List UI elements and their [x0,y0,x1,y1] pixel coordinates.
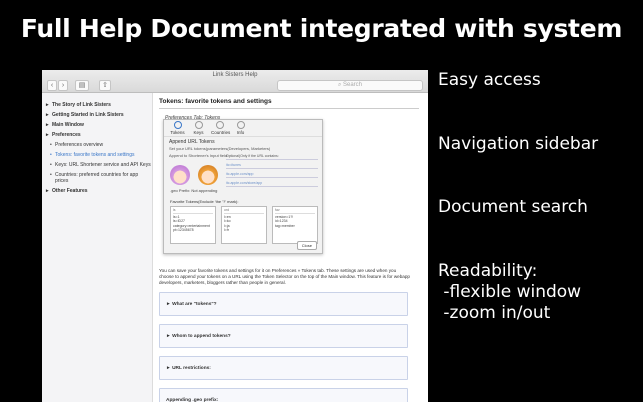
help-window: Link Sisters Help ‹ › ▤ ⇧ ⌕ Search ▸ The … [42,70,428,402]
favorite-tokens-list: ls ls=1 ls=ID27 category=entertainment pt=12… [170,206,216,244]
sidebar-item[interactable]: ▸ Main Window [42,120,152,130]
feature-navigation-sidebar: Navigation sidebar [438,134,599,154]
accordion-url-restrictions[interactable]: ► URL restrictions: [159,356,408,380]
feature-readability-title: Readability: [438,261,538,281]
back-button[interactable]: ‹ [47,80,57,91]
page-title: Tokens: favorite tokens and settings [159,98,419,109]
feature-easy-access: Easy access [438,70,541,90]
dialog-heading: Append URL Tokens [169,139,215,145]
tab-keys: Keys [190,120,207,136]
share-button[interactable]: ⇧ [99,80,111,91]
key-icon [194,121,203,129]
forward-button[interactable]: › [58,80,68,91]
favorite-token: l=fr [224,228,229,232]
search-placeholder: Search [343,82,363,88]
bullet-icon: ▸ [46,188,49,194]
optional-title: Optional(Only if the URL contains: [226,154,318,160]
sidebar-item-label: Preferences [52,132,81,138]
sidebar-item[interactable]: • Preferences overview [42,140,152,150]
feature-flexible-window: -flexible window [438,282,582,302]
feature-zoom: -zoom in/out [438,303,551,323]
sidebar-item-label: Main Window [52,122,84,128]
dialog-tabs: Tokens Keys Countries Info [164,120,322,137]
favorite-column-header: ls [173,208,213,214]
option-item: itc=itunes [226,163,318,169]
title-bar: Link Sisters Help ‹ › ▤ ⇧ ⌕ Search [42,70,428,93]
headline: Full Help Document integrated with syste… [20,14,623,43]
sidebar-item[interactable]: ▸ Other Features [42,186,152,196]
info-icon [236,121,245,129]
sidebar-item-label: The Story of Link Sisters [52,102,111,108]
search-input[interactable]: ⌕ Search [277,80,423,91]
sidebar-item-label: Preferences overview [55,142,104,148]
sidebar-item[interactable]: • Keys: URL Shortener service and API Key… [42,160,152,170]
geo-prefix-label: .geo Prefix: Not appending [170,188,218,193]
flag-icon [215,121,224,129]
favorite-token: tag=member [275,223,295,228]
optional-url-list: Optional(Only if the URL contains: itc=i… [226,154,318,190]
favorite-token: pt=12345678 [173,228,194,232]
sidebar-item-label: Tokens: favorite tokens and settings [55,152,135,158]
bullet-icon: ▸ [46,102,49,108]
bullet-icon: • [50,172,52,178]
sidebar-toggle-button[interactable]: ▤ [75,80,89,91]
sidebar-item[interactable]: ▸ Getting Started in Link Sisters [42,110,152,120]
tokens-icon [173,121,182,129]
accordion-geo-prefix[interactable]: Appending .geo prefix: [159,388,408,402]
favorite-column-header: fav [275,208,315,214]
favorite-tokens-label: Favorite Tokens(Exclude 'the '?' mark): [170,199,239,204]
bullet-icon: ▸ [46,132,49,138]
sidebar-item[interactable]: • Countries: preferred countries for app … [42,170,152,186]
option-item: itc.apple.com/app [226,172,318,178]
bullet-icon: • [50,162,52,168]
sidebar-item-label: Getting Started in Link Sisters [52,112,124,118]
sidebar-item[interactable]: ▸ Preferences [42,130,152,140]
sidebar-item-label: Other Features [52,188,88,194]
option-item: itc.apple.com/store/app [226,181,318,187]
close-button: Close [296,241,317,250]
favorite-tokens-list: ord l=en l=ko l=ja l=fr [221,206,267,244]
document-content: Tokens: favorite tokens and settings Pre… [155,93,428,402]
bullet-icon: • [50,152,52,158]
sidebar-item[interactable]: • Tokens: favorite tokens and settings [42,150,152,160]
favorite-column-header: ord [224,208,264,214]
sister-avatar [170,165,190,185]
sidebar-item-label: Countries: preferred countries for app p… [55,172,139,184]
sidebar-item[interactable]: ▸ The Story of Link Sisters [42,100,152,110]
bullet-icon: ▸ [46,112,49,118]
tab-info: Info [232,120,249,136]
window-title: Link Sisters Help [212,72,258,78]
bullet-icon: • [50,142,52,148]
feature-readability: Readability: -flexible window -zoom in/o… [438,261,581,324]
tab-tokens: Tokens [169,120,186,136]
bullet-icon: ▸ [46,122,49,128]
sister-avatar [198,165,218,185]
preferences-dialog-image: Tokens Keys Countries Info Append URL To… [163,119,323,254]
navigation-sidebar: ▸ The Story of Link Sisters ▸ Getting Start… [42,93,153,402]
feature-document-search: Document search [438,197,588,217]
tab-countries: Countries [211,120,230,136]
favorite-tokens-list: fav version=1?! id=1234 tag=member [272,206,318,244]
accordion-what-are-tokens[interactable]: ► What are "tokens"? [159,292,408,316]
dialog-subheading: Set your URL tokens(parameters(Developer… [169,146,271,151]
body-paragraph: You can save your favorite tokens and se… [159,268,410,286]
accordion-whom-to-append[interactable]: ► Whom to append tokens? [159,324,408,348]
sidebar-item-label: Keys: URL Shortener service and API Keys [55,162,151,168]
